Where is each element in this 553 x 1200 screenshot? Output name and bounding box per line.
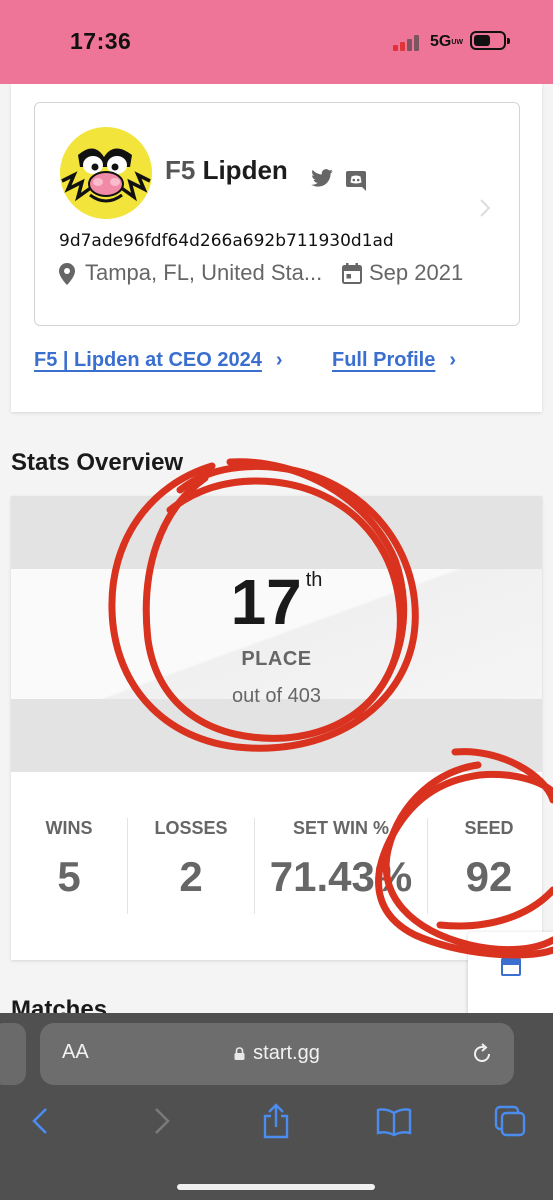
placement-number: 17 <box>230 566 302 638</box>
page-content: F5 Lipden 9d7ade96fdf64d266a692b711930d1… <box>0 84 553 1014</box>
reload-icon[interactable] <box>470 1042 494 1066</box>
chevron-right-icon[interactable] <box>478 198 492 218</box>
stat-value: 71.43% <box>269 853 413 900</box>
stats-card: 17th PLACE out of 403 WINS 5 LOSSES 2 SE… <box>11 496 542 960</box>
location-text: Tampa, FL, United Sta... <box>85 260 323 285</box>
lock-icon <box>234 1043 245 1060</box>
cell-signal-icon <box>393 35 421 51</box>
status-bar: 17:36 5GUW <box>0 0 553 84</box>
join-date: Sep 2021 <box>369 260 464 285</box>
stat-value: 2 <box>179 853 203 900</box>
stat-losses: LOSSES 2 <box>128 808 254 918</box>
status-time: 17:36 <box>70 28 132 54</box>
stat-set-win-percent: SET WIN % 71.43% <box>255 808 427 918</box>
stat-wins: WINS 5 <box>11 808 127 918</box>
place-label: PLACE <box>241 648 312 670</box>
total-entrants: out of 403 <box>232 685 321 707</box>
share-icon[interactable] <box>259 1103 293 1139</box>
avatar <box>60 127 152 219</box>
twitter-icon[interactable] <box>311 169 333 187</box>
bookmarks-icon[interactable] <box>376 1103 412 1139</box>
location-pin-icon <box>59 263 75 285</box>
previous-tab-preview[interactable] <box>0 1023 26 1085</box>
matches-heading: Matches <box>11 996 108 1014</box>
full-profile-link[interactable]: Full Profile › <box>332 349 456 372</box>
placement-banner: 17th PLACE out of 403 <box>11 496 542 772</box>
placement: 17th <box>11 565 542 639</box>
tabs-icon[interactable] <box>493 1103 527 1139</box>
stat-label: WINS <box>45 818 93 838</box>
chevron-right-icon: › <box>275 349 283 371</box>
home-indicator <box>177 1184 375 1190</box>
profile-summary[interactable]: F5 Lipden 9d7ade96fdf64d266a692b711930d1… <box>34 102 520 326</box>
player-name: F5 Lipden <box>165 155 288 186</box>
discord-icon[interactable] <box>345 170 367 192</box>
player-id: 9d7ade96fdf64d266a692b711930d1ad <box>59 231 394 251</box>
stat-value: 5 <box>57 853 81 900</box>
address-bar[interactable]: AA start.gg <box>40 1023 514 1085</box>
stat-label: LOSSES <box>154 818 228 838</box>
calendar-icon <box>501 958 521 976</box>
sponsor-prefix: F5 <box>165 155 196 185</box>
stat-label: SEED <box>464 818 514 838</box>
stat-label: SET WIN % <box>292 818 389 838</box>
event-entrant-link[interactable]: F5 | Lipden at CEO 2024 › <box>34 349 283 372</box>
profile-card: F5 Lipden 9d7ade96fdf64d266a692b711930d1… <box>11 84 542 412</box>
browser-toolbar: AA start.gg <box>0 1013 553 1200</box>
url-text[interactable]: start.gg <box>40 1042 514 1065</box>
network-label: 5GUW <box>430 33 464 50</box>
back-icon[interactable] <box>25 1103 59 1139</box>
stat-value: 92 <box>465 853 513 900</box>
calendar-icon <box>342 263 362 284</box>
forward-icon[interactable] <box>143 1103 177 1139</box>
stats-overview-heading: Stats Overview <box>11 449 184 476</box>
battery-icon <box>470 31 510 50</box>
floating-action-card[interactable] <box>468 932 553 1014</box>
chevron-right-icon: › <box>449 349 457 371</box>
stat-seed: SEED 92 <box>428 808 550 918</box>
placement-suffix: th <box>305 569 323 591</box>
gamer-tag: Lipden <box>202 155 288 185</box>
